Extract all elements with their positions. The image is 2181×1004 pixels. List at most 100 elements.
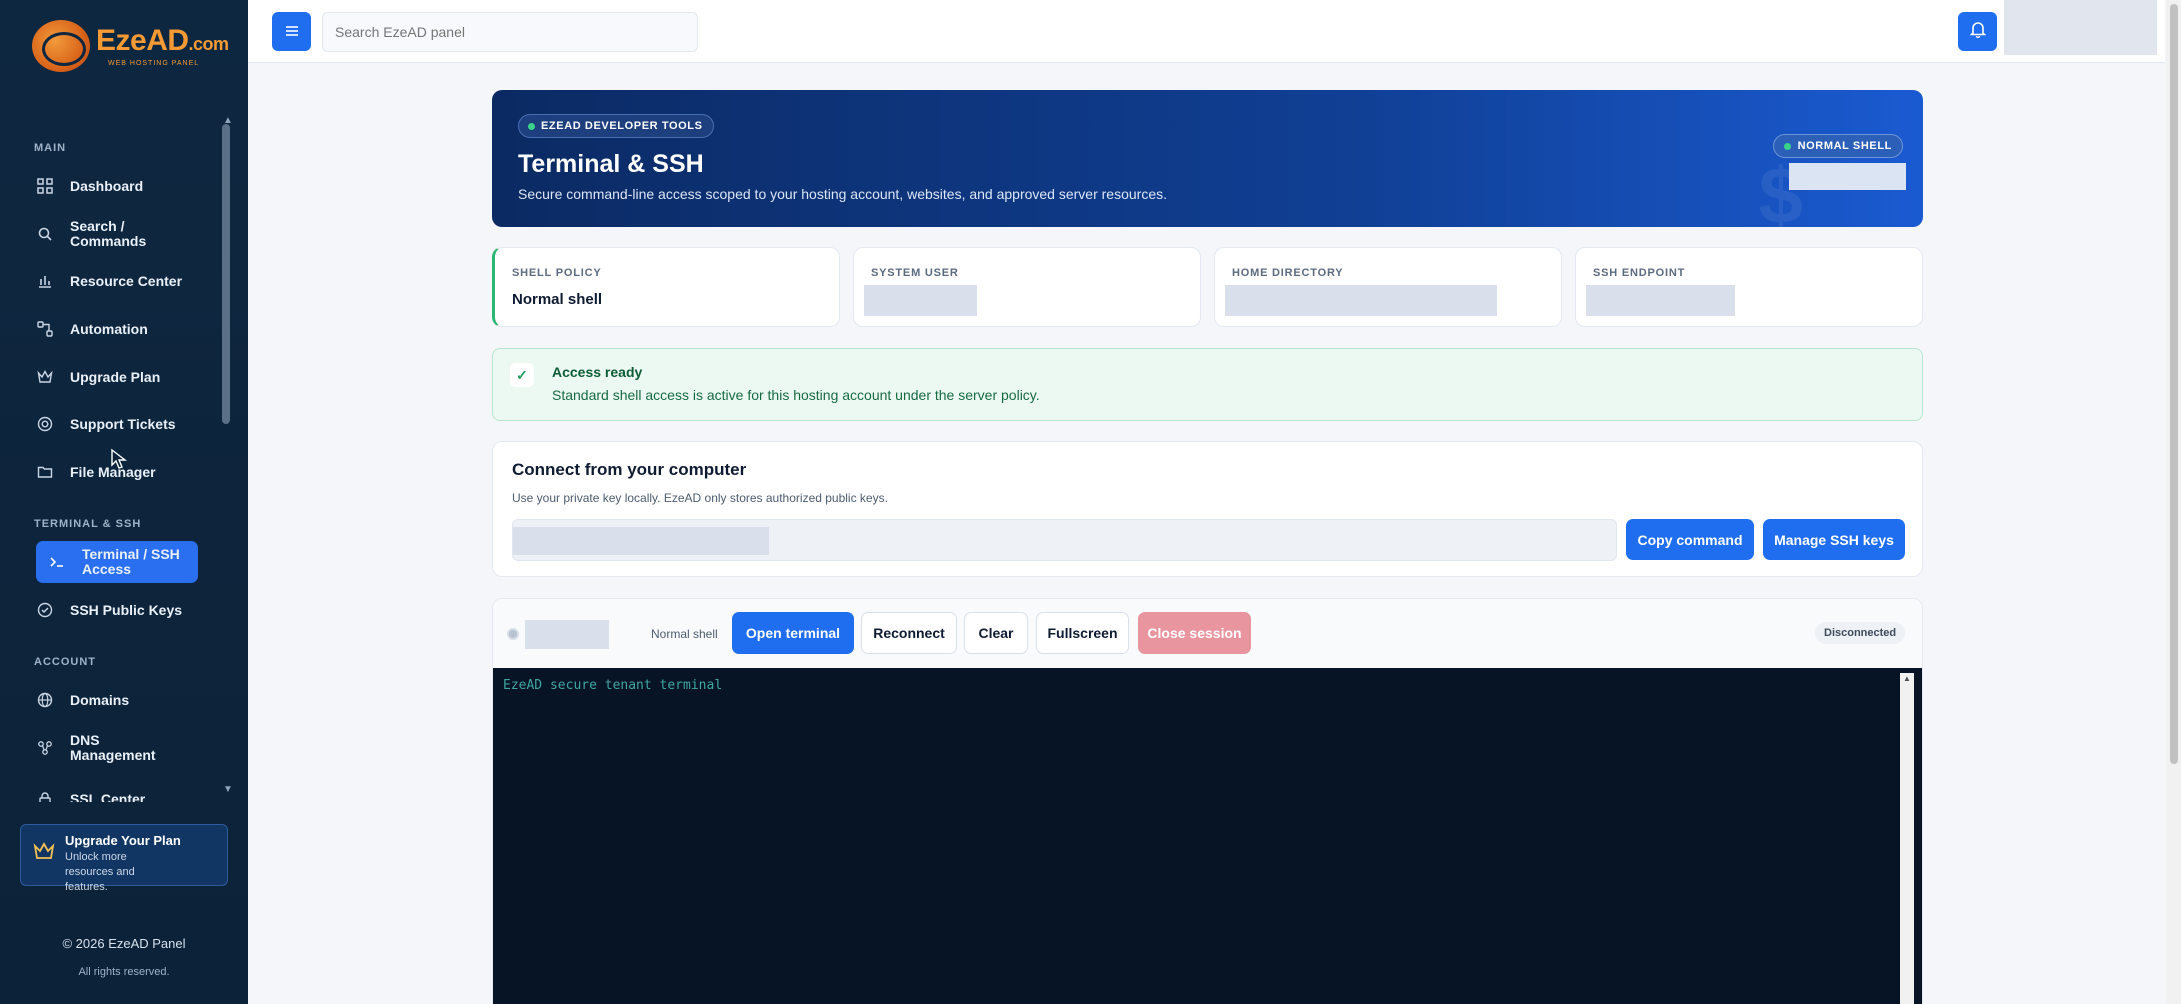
sidebar-item-label: Terminal / SSH Access [82, 546, 180, 577]
checkmark-icon: ✓ [510, 363, 534, 387]
mouse-cursor-icon [110, 448, 130, 475]
connect-subtitle: Use your private key locally. EzeAD only… [512, 491, 888, 505]
sidebar-item-label: Search / Commands [70, 218, 147, 249]
scroll-up-arrow-icon[interactable]: ▲ [1903, 674, 1911, 683]
upgrade-subtitle: Unlock more resources and features. [65, 851, 135, 893]
globe-icon [36, 691, 54, 709]
copy-command-button[interactable]: Copy command [1626, 519, 1754, 560]
network-icon [36, 739, 54, 757]
lifebuoy-icon [36, 415, 54, 433]
logo-tagline: WEB HOSTING PANEL [108, 59, 200, 67]
card-label: SHELL POLICY [512, 267, 602, 279]
crown-icon [36, 368, 54, 386]
sidebar-item-resource-center[interactable]: Resource Center [36, 271, 196, 291]
card-label: HOME DIRECTORY [1232, 267, 1344, 279]
sidebar-item-label: Upgrade Plan [70, 369, 161, 385]
hero-banner: $ EZEAD DEVELOPER TOOLS Terminal & SSH S… [492, 90, 1923, 227]
connect-panel: Connect from your computer Use your priv… [492, 441, 1923, 577]
sidebar-item-search-commands[interactable]: Search / Commands [36, 218, 196, 250]
close-session-button[interactable]: Close session [1138, 612, 1251, 654]
reconnect-button[interactable]: Reconnect [861, 612, 957, 654]
brand-logo[interactable]: EzeAD.com WEB HOSTING PANEL [32, 20, 229, 72]
sidebar-item-label: Domains [70, 692, 130, 708]
sidebar-item-label: Automation [70, 321, 148, 337]
shell-type-badge: NORMAL SHELL [1772, 134, 1903, 158]
section-terminal: TERMINAL & SSH [34, 518, 142, 530]
connection-status-badge: Disconnected [1815, 622, 1906, 644]
sidebar-item-domains[interactable]: Domains [36, 690, 196, 710]
system-user-card: SYSTEM USER [853, 247, 1201, 327]
manage-ssh-keys-button[interactable]: Manage SSH keys [1763, 519, 1905, 560]
rights-text: All rights reserved. [78, 966, 170, 978]
terminal-user-placeholder [525, 620, 609, 649]
sidebar-item-automation[interactable]: Automation [36, 319, 196, 339]
sidebar-overflow-clip: SSL Center [0, 784, 222, 802]
sidebar-item-terminal-ssh[interactable]: Terminal / SSH Access [36, 541, 198, 583]
sidebar-item-label: Support Tickets [70, 416, 176, 432]
page-title: Terminal & SSH [518, 150, 704, 178]
sidebar-item-dashboard[interactable]: Dashboard [36, 176, 196, 196]
folder-icon [36, 463, 54, 481]
clear-button[interactable]: Clear [964, 612, 1028, 654]
terminal-toolbar: Normal shell Open terminal Reconnect Cle… [493, 599, 1922, 668]
sidebar-item-support-tickets[interactable]: Support Tickets [36, 414, 196, 434]
sidebar-scrollbar[interactable] [222, 124, 230, 424]
page-scrollbar[interactable] [2166, 0, 2181, 1004]
upgrade-title: Upgrade Your Plan [65, 833, 181, 848]
ssh-command-field[interactable] [512, 519, 1617, 561]
alert-title: Access ready [552, 364, 643, 380]
bell-icon [1969, 20, 1986, 43]
sidebar-item-dns-management[interactable]: DNS Management [36, 732, 196, 764]
search-icon [36, 225, 54, 243]
access-ready-alert: ✓ Access ready Standard shell access is … [492, 348, 1923, 421]
notifications-button[interactable] [1958, 12, 1997, 51]
alert-message: Standard shell access is active for this… [552, 387, 1040, 403]
sidebar-item-label: SSL Center [70, 791, 146, 802]
check-circle-icon [36, 601, 54, 619]
shell-policy-value: Normal shell [512, 291, 603, 308]
shell-label: Normal shell [651, 627, 718, 641]
section-main: MAIN [34, 142, 67, 154]
sidebar-item-ssh-public-keys[interactable]: SSH Public Keys [36, 600, 196, 620]
home-directory-placeholder [1225, 285, 1497, 316]
home-directory-card: HOME DIRECTORY [1214, 247, 1562, 327]
upgrade-plan-card[interactable]: Upgrade Your Plan Unlock more resources … [20, 824, 228, 893]
shell-policy-card: SHELL POLICY Normal shell [492, 247, 840, 327]
copyright-text: © 2026 EzeAD Panel [62, 936, 186, 951]
crown-icon [33, 841, 55, 863]
top-bar [248, 0, 2165, 63]
sidebar-item-label: Resource Center [70, 273, 183, 289]
connect-title: Connect from your computer [512, 460, 747, 479]
user-menu-placeholder[interactable] [2004, 0, 2157, 55]
sidebar-item-upgrade-plan[interactable]: Upgrade Plan [36, 367, 196, 387]
workflow-icon [36, 320, 54, 338]
fullscreen-button[interactable]: Fullscreen [1036, 612, 1129, 654]
connection-status-dot [507, 628, 519, 640]
card-label: SSH ENDPOINT [1593, 267, 1686, 279]
logo-text: EzeAD [96, 23, 189, 57]
card-label: SYSTEM USER [871, 267, 959, 279]
hero-info-placeholder [1789, 163, 1906, 190]
sidebar-item-ssl-center[interactable]: SSL Center [36, 789, 196, 802]
bar-chart-icon [36, 272, 54, 290]
terminal-output-line: EzeAD secure tenant terminal [503, 678, 723, 693]
terminal-output[interactable]: EzeAD secure tenant terminal ▲ [493, 668, 1922, 1004]
sidebar-item-label: DNS Management [70, 732, 156, 763]
logo-suffix: .com [188, 33, 230, 54]
search-input[interactable] [322, 12, 698, 52]
page-scrollbar-thumb[interactable] [2170, 4, 2178, 764]
section-account: ACCOUNT [34, 656, 96, 668]
lock-icon [36, 790, 54, 802]
sidebar-item-label: SSH Public Keys [70, 602, 183, 618]
developer-tools-badge: EZEAD DEVELOPER TOOLS [518, 114, 714, 138]
terminal-scrollbar[interactable]: ▲ [1900, 673, 1914, 1004]
sidebar: EzeAD.com WEB HOSTING PANEL MAIN Dashboa… [0, 0, 248, 1004]
page-subtitle: Secure command-line access scoped to you… [518, 186, 1168, 202]
hamburger-icon [285, 21, 299, 42]
system-user-placeholder [864, 285, 977, 316]
open-terminal-button[interactable]: Open terminal [732, 612, 854, 654]
sidebar-item-label: Dashboard [70, 178, 144, 194]
menu-toggle-button[interactable] [272, 12, 311, 51]
terminal-panel: Normal shell Open terminal Reconnect Cle… [492, 598, 1923, 1004]
scroll-down-arrow-icon[interactable]: ▼ [223, 784, 233, 795]
